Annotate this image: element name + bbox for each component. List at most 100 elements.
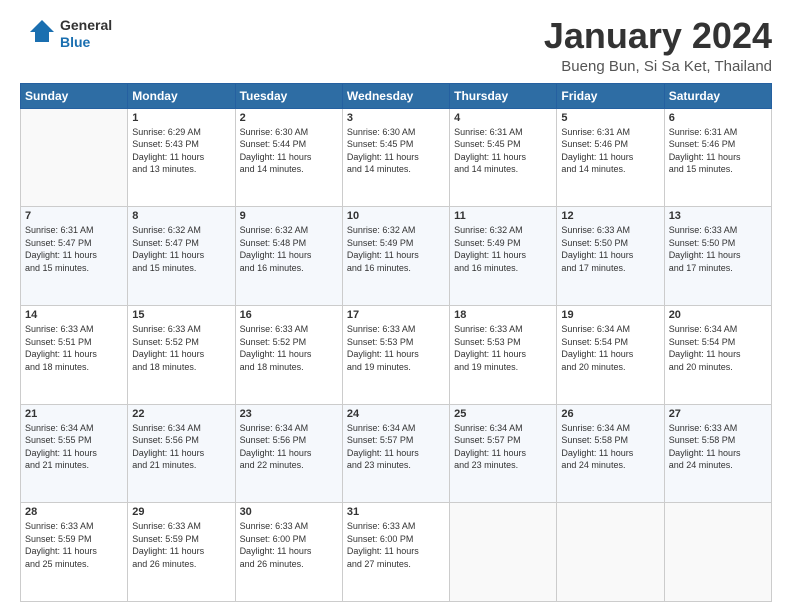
day-number: 17	[347, 309, 445, 321]
day-number: 26	[561, 408, 659, 420]
calendar-cell: 8Sunrise: 6:32 AM Sunset: 5:47 PM Daylig…	[128, 207, 235, 306]
calendar-header-cell: Tuesday	[235, 83, 342, 108]
calendar-header-cell: Saturday	[664, 83, 771, 108]
calendar-cell: 27 Sunrise: 6:33 AM Sunset: 5:58 PM Dayli…	[664, 404, 771, 503]
day-number: 5	[561, 112, 659, 124]
day-number: 12	[561, 210, 659, 222]
day-number: 13	[669, 210, 767, 222]
calendar-cell: 3 Sunrise: 6:30 AM Sunset: 5:45 PM Daylig…	[342, 108, 449, 207]
logo-blue: Blue	[60, 34, 112, 51]
day-info: Sunrise: 6:30 AM Sunset: 5:45 PM Dayligh…	[347, 126, 445, 176]
day-info: Sunrise: 6:33 AM Sunset: 5:53 PM Dayligh…	[347, 323, 445, 373]
general-blue-icon	[20, 16, 56, 52]
day-info: Sunrise: 6:34 AM Sunset: 5:54 PM Dayligh…	[669, 323, 767, 373]
day-info: Sunrise: 6:34 AM Sunset: 5:54 PM Dayligh…	[561, 323, 659, 373]
calendar-cell: 24 Sunrise: 6:34 AM Sunset: 5:57 PM Dayli…	[342, 404, 449, 503]
day-number: 24	[347, 408, 445, 420]
day-info: Sunrise: 6:33 AM Sunset: 5:51 PM Dayligh…	[25, 323, 123, 373]
day-info: Sunrise: 6:31 AM Sunset: 5:46 PM Dayligh…	[561, 126, 659, 176]
day-info: Sunrise: 6:33 AM Sunset: 5:59 PM Dayligh…	[132, 520, 230, 570]
day-info: Sunrise: 6:34 AM Sunset: 5:58 PM Dayligh…	[561, 422, 659, 472]
day-number: 1	[132, 112, 230, 124]
day-number: 11	[454, 210, 552, 222]
calendar-cell: 15 Sunrise: 6:33 AM Sunset: 5:52 PM Dayli…	[128, 305, 235, 404]
day-info: Sunrise: 6:31 AM Sunset: 5:47 PM Dayligh…	[25, 224, 123, 274]
day-info: Sunrise: 6:34 AM Sunset: 5:57 PM Dayligh…	[347, 422, 445, 472]
day-number: 31	[347, 506, 445, 518]
calendar-header-row: SundayMondayTuesdayWednesdayThursdayFrid…	[21, 83, 772, 108]
day-info: Sunrise: 6:33 AM Sunset: 5:50 PM Dayligh…	[561, 224, 659, 274]
day-info: Sunrise: 6:32 AM Sunset: 5:49 PM Dayligh…	[347, 224, 445, 274]
calendar-cell: 30Sunrise: 6:33 AM Sunset: 6:00 PM Dayli…	[235, 503, 342, 602]
calendar-cell: 20Sunrise: 6:34 AM Sunset: 5:54 PM Dayli…	[664, 305, 771, 404]
calendar-cell: 31 Sunrise: 6:33 AM Sunset: 6:00 PM Dayli…	[342, 503, 449, 602]
day-number: 3	[347, 112, 445, 124]
calendar-cell: 6Sunrise: 6:31 AM Sunset: 5:46 PM Daylig…	[664, 108, 771, 207]
calendar-header-cell: Friday	[557, 83, 664, 108]
day-number: 15	[132, 309, 230, 321]
day-number: 7	[25, 210, 123, 222]
calendar-header-cell: Thursday	[450, 83, 557, 108]
calendar-cell: 10 Sunrise: 6:32 AM Sunset: 5:49 PM Dayli…	[342, 207, 449, 306]
calendar-cell	[557, 503, 664, 602]
calendar-week-row: 14 Sunrise: 6:33 AM Sunset: 5:51 PM Dayli…	[21, 305, 772, 404]
calendar-week-row: 7 Sunrise: 6:31 AM Sunset: 5:47 PM Daylig…	[21, 207, 772, 306]
day-info: Sunrise: 6:33 AM Sunset: 6:00 PM Dayligh…	[347, 520, 445, 570]
calendar-cell: 25 Sunrise: 6:34 AM Sunset: 5:57 PM Dayli…	[450, 404, 557, 503]
calendar-cell: 19Sunrise: 6:34 AM Sunset: 5:54 PM Dayli…	[557, 305, 664, 404]
day-number: 18	[454, 309, 552, 321]
day-info: Sunrise: 6:33 AM Sunset: 5:58 PM Dayligh…	[669, 422, 767, 472]
logo: GeneralBlue	[20, 16, 112, 52]
calendar-cell: 16Sunrise: 6:33 AM Sunset: 5:52 PM Dayli…	[235, 305, 342, 404]
calendar-cell: 7 Sunrise: 6:31 AM Sunset: 5:47 PM Daylig…	[21, 207, 128, 306]
calendar-header-cell: Wednesday	[342, 83, 449, 108]
calendar-cell: 12 Sunrise: 6:33 AM Sunset: 5:50 PM Dayli…	[557, 207, 664, 306]
calendar-cell: 9 Sunrise: 6:32 AM Sunset: 5:48 PM Daylig…	[235, 207, 342, 306]
day-number: 30	[240, 506, 338, 518]
calendar-cell: 29Sunrise: 6:33 AM Sunset: 5:59 PM Dayli…	[128, 503, 235, 602]
calendar-body: 1 Sunrise: 6:29 AM Sunset: 5:43 PM Daylig…	[21, 108, 772, 601]
calendar-cell: 23Sunrise: 6:34 AM Sunset: 5:56 PM Dayli…	[235, 404, 342, 503]
calendar-cell: 5 Sunrise: 6:31 AM Sunset: 5:46 PM Daylig…	[557, 108, 664, 207]
day-number: 14	[25, 309, 123, 321]
day-info: Sunrise: 6:34 AM Sunset: 5:56 PM Dayligh…	[132, 422, 230, 472]
subtitle: Bueng Bun, Si Sa Ket, Thailand	[544, 58, 772, 75]
title-block: January 2024 Bueng Bun, Si Sa Ket, Thail…	[544, 16, 772, 75]
page: GeneralBlue January 2024 Bueng Bun, Si S…	[0, 0, 792, 612]
day-info: Sunrise: 6:33 AM Sunset: 5:52 PM Dayligh…	[240, 323, 338, 373]
logo-general: General	[60, 17, 112, 34]
day-number: 25	[454, 408, 552, 420]
calendar-cell: 26 Sunrise: 6:34 AM Sunset: 5:58 PM Dayli…	[557, 404, 664, 503]
day-info: Sunrise: 6:31 AM Sunset: 5:45 PM Dayligh…	[454, 126, 552, 176]
calendar-cell: 21 Sunrise: 6:34 AM Sunset: 5:55 PM Dayli…	[21, 404, 128, 503]
day-number: 6	[669, 112, 767, 124]
calendar-cell: 11 Sunrise: 6:32 AM Sunset: 5:49 PM Dayli…	[450, 207, 557, 306]
day-number: 22	[132, 408, 230, 420]
calendar-table: SundayMondayTuesdayWednesdayThursdayFrid…	[20, 83, 772, 602]
day-info: Sunrise: 6:30 AM Sunset: 5:44 PM Dayligh…	[240, 126, 338, 176]
calendar-cell	[664, 503, 771, 602]
day-info: Sunrise: 6:29 AM Sunset: 5:43 PM Dayligh…	[132, 126, 230, 176]
day-number: 9	[240, 210, 338, 222]
day-info: Sunrise: 6:32 AM Sunset: 5:47 PM Dayligh…	[132, 224, 230, 274]
calendar-week-row: 28 Sunrise: 6:33 AM Sunset: 5:59 PM Dayli…	[21, 503, 772, 602]
day-info: Sunrise: 6:33 AM Sunset: 5:50 PM Dayligh…	[669, 224, 767, 274]
day-info: Sunrise: 6:33 AM Sunset: 5:52 PM Dayligh…	[132, 323, 230, 373]
calendar-cell: 4Sunrise: 6:31 AM Sunset: 5:45 PM Daylig…	[450, 108, 557, 207]
day-number: 28	[25, 506, 123, 518]
calendar-cell	[21, 108, 128, 207]
day-number: 21	[25, 408, 123, 420]
calendar-week-row: 21 Sunrise: 6:34 AM Sunset: 5:55 PM Dayli…	[21, 404, 772, 503]
day-number: 10	[347, 210, 445, 222]
day-info: Sunrise: 6:32 AM Sunset: 5:48 PM Dayligh…	[240, 224, 338, 274]
day-info: Sunrise: 6:32 AM Sunset: 5:49 PM Dayligh…	[454, 224, 552, 274]
day-info: Sunrise: 6:33 AM Sunset: 5:53 PM Dayligh…	[454, 323, 552, 373]
calendar-cell: 28Sunrise: 6:33 AM Sunset: 5:59 PM Dayli…	[21, 503, 128, 602]
day-info: Sunrise: 6:34 AM Sunset: 5:55 PM Dayligh…	[25, 422, 123, 472]
main-title: January 2024	[544, 16, 772, 56]
calendar-cell: 18 Sunrise: 6:33 AM Sunset: 5:53 PM Dayli…	[450, 305, 557, 404]
day-info: Sunrise: 6:34 AM Sunset: 5:57 PM Dayligh…	[454, 422, 552, 472]
calendar-cell: 22 Sunrise: 6:34 AM Sunset: 5:56 PM Dayli…	[128, 404, 235, 503]
calendar-cell: 13 Sunrise: 6:33 AM Sunset: 5:50 PM Dayli…	[664, 207, 771, 306]
day-number: 27	[669, 408, 767, 420]
